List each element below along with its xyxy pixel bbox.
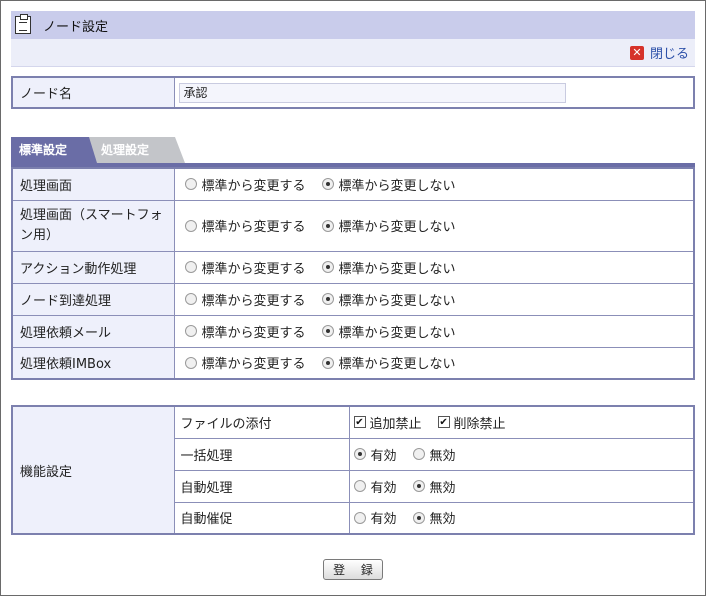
radio-button[interactable] — [321, 261, 334, 273]
node-name-input[interactable] — [178, 82, 566, 103]
table-row: 処理画面 標準から変更する 標準から変更しない — [11, 167, 695, 201]
attachment-label: ファイルの添付 — [173, 405, 350, 439]
radio-button[interactable] — [412, 511, 425, 524]
auto-process-options: 有効 無効 — [348, 469, 695, 503]
radio-disabled[interactable]: 無効 — [412, 477, 456, 496]
table-row: 機能設定 ファイルの添付 ✔ 追加禁止 ✔ 削除禁止 — [11, 405, 695, 535]
radio-button[interactable] — [412, 480, 425, 492]
radio-change[interactable]: 標準から変更する — [184, 258, 306, 277]
radio-change[interactable]: 標準から変更する — [184, 290, 306, 309]
dialog-frame: ノード設定 ✕ 閉じる ノード名 標準設定 処理設定 処理画面 標準から変更する… — [0, 0, 706, 596]
auto-process-label: 自動処理 — [173, 469, 350, 503]
close-button[interactable]: ✕ 閉じる — [629, 43, 689, 62]
register-button[interactable]: 登 録 — [323, 559, 383, 580]
radio-button[interactable] — [412, 448, 425, 460]
node-name-cell — [173, 76, 695, 109]
setting-options: 標準から変更する 標準から変更しない — [173, 314, 695, 348]
checkbox-delete-forbid[interactable]: ✔ 削除禁止 — [437, 413, 506, 432]
radio-button[interactable] — [321, 356, 334, 369]
radio-button[interactable] — [353, 448, 366, 460]
setting-options: 標準から変更する 標準から変更しない — [173, 199, 695, 252]
setting-options: 標準から変更する 標準から変更しない — [173, 282, 695, 316]
clipboard-icon — [15, 14, 31, 34]
radio-button[interactable] — [353, 480, 366, 492]
radio-button[interactable] — [321, 178, 334, 191]
table-row: 処理依頼IMBox 標準から変更する 標準から変更しない — [11, 346, 695, 380]
radio-button[interactable] — [184, 219, 197, 232]
setting-options: 標準から変更する 標準から変更しない — [173, 250, 695, 284]
setting-options: 標準から変更する 標準から変更しない — [173, 167, 695, 201]
radio-button[interactable] — [321, 293, 334, 305]
radio-change[interactable]: 標準から変更する — [184, 175, 306, 194]
radio-enabled[interactable]: 有効 — [353, 477, 397, 496]
table-row: アクション動作処理 標準から変更する 標準から変更しない — [11, 250, 695, 284]
setting-label: ノード到達処理 — [11, 282, 175, 316]
table-row: 処理画面（スマートフォン用） 標準から変更する 標準から変更しない — [11, 199, 695, 252]
radio-button[interactable] — [321, 325, 334, 337]
function-settings-table: 機能設定 ファイルの添付 ✔ 追加禁止 ✔ 削除禁止 一括処理 有効 無効 自動処理 — [11, 405, 695, 535]
radio-button[interactable] — [184, 325, 197, 337]
setting-label: 処理画面（スマートフォン用） — [11, 199, 175, 252]
auto-reminder-label: 自動催促 — [173, 501, 350, 535]
batch-process-options: 有効 無効 — [348, 437, 695, 471]
setting-label: 処理依頼メール — [11, 314, 175, 348]
radio-button[interactable] — [184, 178, 197, 191]
table-row: ノード到達処理 標準から変更する 標準から変更しない — [11, 282, 695, 316]
node-name-label: ノード名 — [11, 76, 175, 109]
radio-no-change[interactable]: 標準から変更しない — [321, 353, 456, 372]
title-bar: ノード設定 — [11, 11, 695, 39]
setting-label: アクション動作処理 — [11, 250, 175, 284]
batch-process-label: 一括処理 — [173, 437, 350, 471]
radio-no-change[interactable]: 標準から変更しない — [321, 258, 456, 277]
close-icon: ✕ — [629, 45, 644, 60]
standard-settings-table: 処理画面 標準から変更する 標準から変更しない 処理画面（スマートフォン用） 標… — [11, 167, 695, 380]
radio-button[interactable] — [184, 261, 197, 273]
tab-standard-settings[interactable]: 標準設定 — [11, 137, 97, 163]
setting-options: 標準から変更する 標準から変更しない — [173, 346, 695, 380]
radio-button[interactable] — [184, 293, 197, 305]
action-bar: ✕ 閉じる — [11, 39, 695, 67]
checkbox-checked-icon[interactable]: ✔ — [353, 416, 366, 429]
settings-tabs: 標準設定 処理設定 — [11, 137, 695, 167]
radio-no-change[interactable]: 標準から変更しない — [321, 322, 456, 341]
page-title: ノード設定 — [43, 19, 109, 35]
tab-process-settings[interactable]: 処理設定 — [89, 137, 185, 163]
table-row: 処理依頼メール 標準から変更する 標準から変更しない — [11, 314, 695, 348]
checkbox-checked-icon[interactable]: ✔ — [437, 416, 450, 429]
auto-reminder-options: 有効 無効 — [348, 501, 695, 535]
radio-change[interactable]: 標準から変更する — [184, 353, 306, 372]
radio-disabled[interactable]: 無効 — [412, 508, 456, 527]
radio-no-change[interactable]: 標準から変更しない — [321, 290, 456, 309]
radio-enabled[interactable]: 有効 — [353, 508, 397, 527]
radio-disabled[interactable]: 無効 — [412, 445, 456, 464]
radio-no-change[interactable]: 標準から変更しない — [321, 175, 456, 194]
close-label[interactable]: 閉じる — [650, 43, 689, 62]
radio-enabled[interactable]: 有効 — [353, 445, 397, 464]
radio-change[interactable]: 標準から変更する — [184, 322, 306, 341]
node-name-table: ノード名 — [11, 76, 695, 109]
function-settings-label: 機能設定 — [11, 405, 175, 535]
setting-label: 処理依頼IMBox — [11, 346, 175, 380]
radio-button[interactable] — [184, 356, 197, 369]
setting-label: 処理画面 — [11, 167, 175, 201]
radio-no-change[interactable]: 標準から変更しない — [321, 216, 456, 235]
radio-change[interactable]: 標準から変更する — [184, 216, 306, 235]
radio-button[interactable] — [353, 511, 366, 524]
checkbox-add-forbid[interactable]: ✔ 追加禁止 — [353, 413, 422, 432]
attachment-options: ✔ 追加禁止 ✔ 削除禁止 — [348, 405, 695, 439]
radio-button[interactable] — [321, 219, 334, 232]
